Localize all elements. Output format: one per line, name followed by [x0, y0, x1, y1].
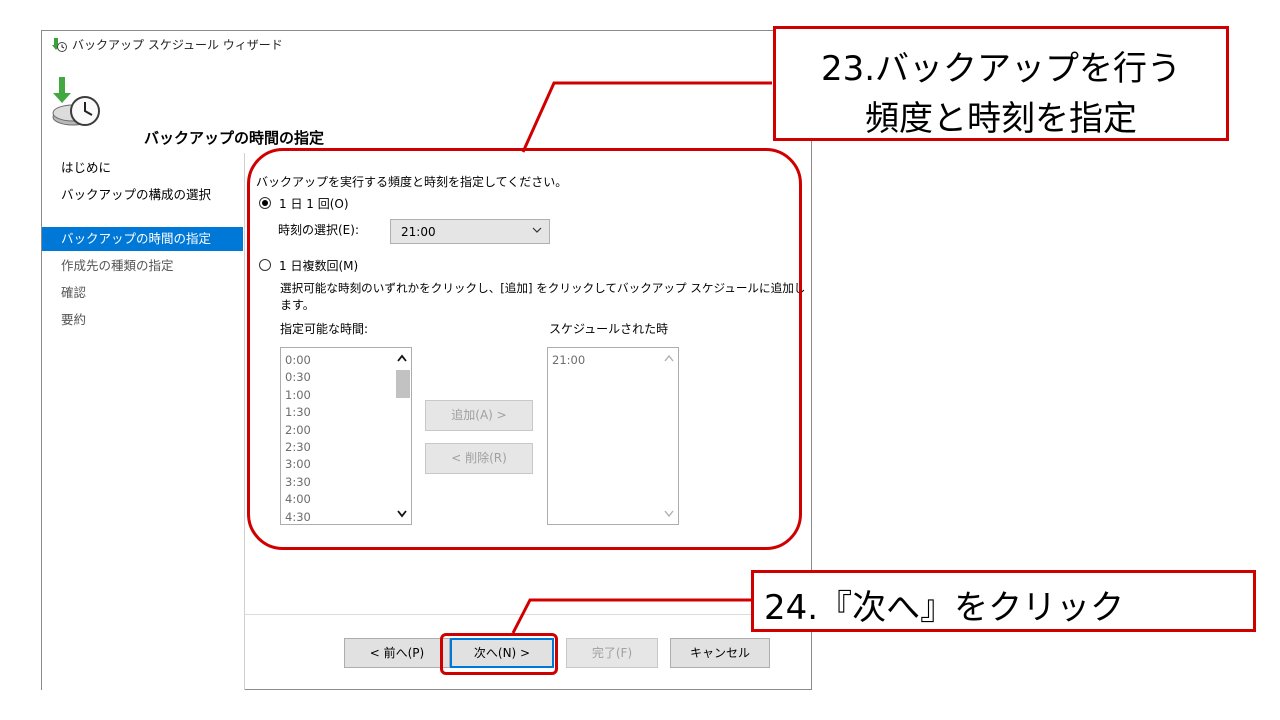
- page-title: バックアップの時間の指定: [144, 129, 325, 147]
- window-title: バックアップ スケジュール ウィザード: [72, 38, 283, 52]
- sidebar-item-summary[interactable]: 要約: [42, 308, 243, 332]
- callout-24-connector: [511, 598, 753, 634]
- callout-24: 24.『次へ』をクリック: [751, 570, 1256, 632]
- sidebar-item-schedule[interactable]: バックアップの時間の指定: [42, 227, 243, 251]
- callout-24-text: 24.『次へ』をクリック: [764, 588, 1125, 628]
- sidebar-item-begin[interactable]: はじめに: [42, 156, 243, 180]
- wizard-steps-sidebar: はじめに バックアップの構成の選択 バックアップの時間の指定 作成先の種類の指定…: [42, 153, 245, 690]
- title-bar: バックアップ スケジュール ウィザード: [42, 31, 811, 57]
- finish-button[interactable]: 完了(F): [566, 638, 658, 668]
- next-button-highlight: [440, 633, 558, 675]
- sidebar-item-confirm[interactable]: 確認: [42, 281, 243, 305]
- cancel-button[interactable]: キャンセル: [670, 638, 770, 668]
- callout-23-line2: 頻度と時刻を指定: [865, 99, 1137, 139]
- callout-23: 23.バックアップを行う 頻度と時刻を指定: [773, 26, 1229, 141]
- sidebar-item-config[interactable]: バックアップの構成の選択: [42, 183, 243, 207]
- callout-23-line1: 23.バックアップを行う: [820, 49, 1182, 89]
- prev-button[interactable]: < 前へ(P): [344, 638, 450, 668]
- backup-clock-icon: [52, 77, 100, 126]
- schedule-highlight-ellipse: [247, 148, 802, 550]
- backup-schedule-icon: [52, 38, 67, 52]
- sidebar-item-destination[interactable]: 作成先の種類の指定: [42, 254, 243, 278]
- callout-23-connector: [521, 81, 772, 153]
